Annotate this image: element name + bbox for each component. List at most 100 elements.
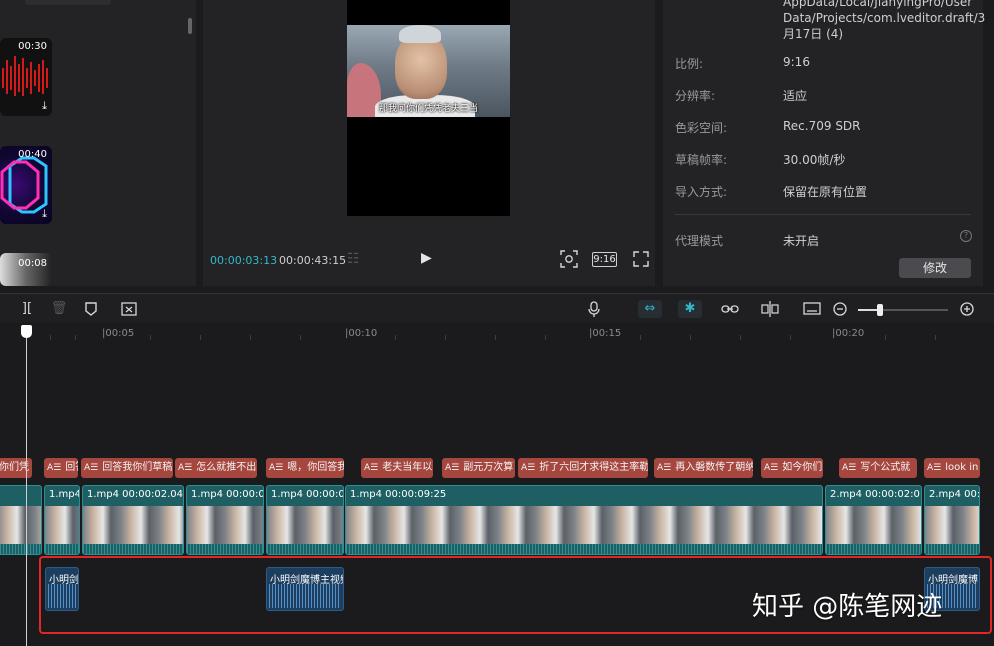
media-item-video-8s[interactable]: 00:08: [0, 253, 52, 286]
text-icon: A☰: [927, 463, 942, 473]
auto-snap-icon[interactable]: ✱: [678, 300, 702, 318]
text-icon: A☰: [47, 463, 62, 473]
text-icon: A☰: [842, 463, 857, 473]
fit-screen-icon[interactable]: [560, 250, 578, 268]
text-clip[interactable]: A☰ 回答我你们草稿: [81, 458, 173, 478]
media-duration: 00:08: [18, 258, 47, 269]
prop-label: 草稿帧率:: [675, 153, 728, 167]
ratio-button[interactable]: 9:16: [592, 252, 617, 267]
video-clip-label: 1.mp4 00:00:02.04: [87, 489, 183, 500]
media-item-audio-30s[interactable]: 00:30 ⤓: [0, 38, 52, 116]
prop-label: 导入方式:: [675, 185, 728, 199]
video-clip-label: 2.mp4 00:00:0: [929, 489, 980, 500]
play-icon[interactable]: ▶: [421, 250, 432, 266]
text-clip[interactable]: A☰回答: [44, 458, 78, 478]
text-clip[interactable]: A☰ 写个公式就: [839, 458, 917, 478]
video-thumbnails: [826, 506, 921, 544]
zoom-slider-handle[interactable]: [877, 304, 883, 316]
video-clip[interactable]: [0, 485, 42, 555]
media-scrollbar[interactable]: [188, 18, 192, 34]
text-icon: A☰: [764, 463, 779, 473]
text-clip[interactable]: A☰ 折了六回才求得这主率勒: [518, 458, 648, 478]
video-thumbnails: [925, 506, 979, 544]
text-clip[interactable]: A☰ 如今你们: [761, 458, 823, 478]
video-thumbnails: [0, 506, 41, 544]
text-clip-label: 折了六回才求得这主率勒: [539, 462, 648, 473]
video-clip[interactable]: 1.mp4 00:00:0: [186, 485, 264, 555]
video-clip[interactable]: 1.mp4: [44, 485, 80, 555]
ruler-label: |00:15: [589, 328, 622, 339]
timeline-grid-icon[interactable]: ☷: [347, 252, 369, 267]
auto-reframe-icon[interactable]: [120, 300, 138, 318]
text-clip[interactable]: A☰ 副元万次算: [442, 458, 515, 478]
prop-row-color-space: 色彩空间: Rec.709 SDR: [675, 119, 975, 137]
text-icon: A☰: [521, 463, 536, 473]
video-thumbnails: [83, 506, 183, 544]
watermark: 知乎 @陈笔网迹: [752, 592, 943, 622]
player-panel: 那我问你们凭凭老夫三当 00:00:03:13 00:00:43:15 ☷ ▶ …: [203, 0, 655, 286]
text-clip[interactable]: A☰ 老夫当年以: [361, 458, 433, 478]
prop-value: 适应: [783, 89, 808, 103]
caption-preview-icon[interactable]: [802, 300, 822, 318]
fullscreen-icon[interactable]: [633, 251, 649, 267]
modify-button[interactable]: 修改: [899, 258, 971, 278]
video-clip[interactable]: 2.mp4 00:00:0: [924, 485, 980, 555]
prop-value: 未开启: [783, 234, 820, 248]
zoom-in-icon[interactable]: [958, 300, 976, 318]
prop-label: 分辨率:: [675, 89, 716, 103]
prop-value: 保留在原有位置: [783, 185, 868, 199]
zoom-slider[interactable]: [858, 309, 948, 311]
ruler-label: |00:20: [832, 328, 865, 339]
playhead[interactable]: [26, 333, 27, 646]
media-item-video-40s[interactable]: 00:40 ⤓: [0, 146, 52, 224]
timeline[interactable]: |00:05 |00:10 |00:15 |00:20 你们凭 A☰回答 A☰回…: [0, 323, 994, 646]
text-icon: A☰: [269, 463, 284, 473]
main-track-magnet-icon[interactable]: ⇔: [638, 300, 662, 318]
preview-subtitle: 那我问你们凭凭老夫三当: [378, 104, 478, 114]
marker-icon[interactable]: [82, 300, 100, 318]
link-icon[interactable]: [720, 300, 740, 318]
media-tab-stub[interactable]: [25, 0, 111, 5]
total-time: 00:00:43:15: [279, 254, 347, 267]
text-clip-label: 嗯，你回答我: [287, 462, 344, 473]
preview-axis-icon[interactable]: [760, 300, 780, 318]
download-icon[interactable]: ⤓: [42, 99, 47, 113]
text-clip[interactable]: 你们凭: [0, 458, 32, 478]
prop-row-import-mode: 导入方式: 保留在原有位置: [675, 183, 975, 201]
delete-icon[interactable]: 🗑: [50, 300, 68, 318]
text-clip[interactable]: A☰ 嗯，你回答我: [266, 458, 344, 478]
text-clip-label: 回答我你们草稿: [102, 462, 173, 473]
video-thumbnails: [187, 506, 263, 544]
text-clip[interactable]: A☰ 再入磐数传了朝纳: [654, 458, 753, 478]
text-clip[interactable]: A☰ look in: [924, 458, 980, 478]
prop-value: 9:16: [783, 55, 810, 69]
playhead-handle[interactable]: [21, 325, 32, 338]
timeline-toolbar: ][ 🗑 ⇔ ✱: [0, 293, 994, 323]
prop-value: Rec.709 SDR: [783, 119, 861, 133]
download-icon[interactable]: ⤓: [42, 207, 47, 221]
media-duration: 00:40: [18, 149, 47, 160]
video-canvas[interactable]: 那我问你们凭凭老夫三当: [347, 0, 510, 216]
prop-label: 比例:: [675, 57, 704, 71]
text-clip-label: 如今你们: [782, 462, 823, 473]
text-clip-label: 再入磐数传了朝纳: [675, 462, 753, 473]
video-clip-label: 1.mp4 00:00:09:25: [350, 489, 447, 500]
zoom-out-icon[interactable]: [831, 300, 849, 318]
info-icon[interactable]: ?: [960, 230, 972, 242]
prop-value: 30.00帧/秒: [783, 153, 846, 167]
video-clip[interactable]: 2.mp4 00:00:02:01: [825, 485, 922, 555]
media-panel: 00:30 ⤓ 00:40 ⤓ 00:08: [0, 0, 196, 286]
video-thumbnails: [45, 506, 79, 544]
microphone-icon[interactable]: [585, 300, 603, 318]
video-clip[interactable]: 1.mp4 00:00:02.04: [82, 485, 184, 555]
text-clip-label: 怎么就推不出: [196, 462, 257, 473]
video-clip[interactable]: 1.mp4 00:00:0: [266, 485, 344, 555]
prop-label: 代理模式: [675, 234, 724, 248]
text-clip-label: 老夫当年以: [382, 462, 433, 473]
text-clip-label: 回答: [65, 462, 78, 473]
draft-path: AppData/Local/JianyingPro/User Data/Proj…: [783, 0, 986, 41]
split-icon[interactable]: ][: [18, 300, 36, 318]
text-clip[interactable]: A☰ 怎么就推不出: [175, 458, 257, 478]
video-clip[interactable]: 1.mp4 00:00:09:25: [345, 485, 823, 555]
text-clip-label: 副元万次算: [463, 462, 514, 473]
